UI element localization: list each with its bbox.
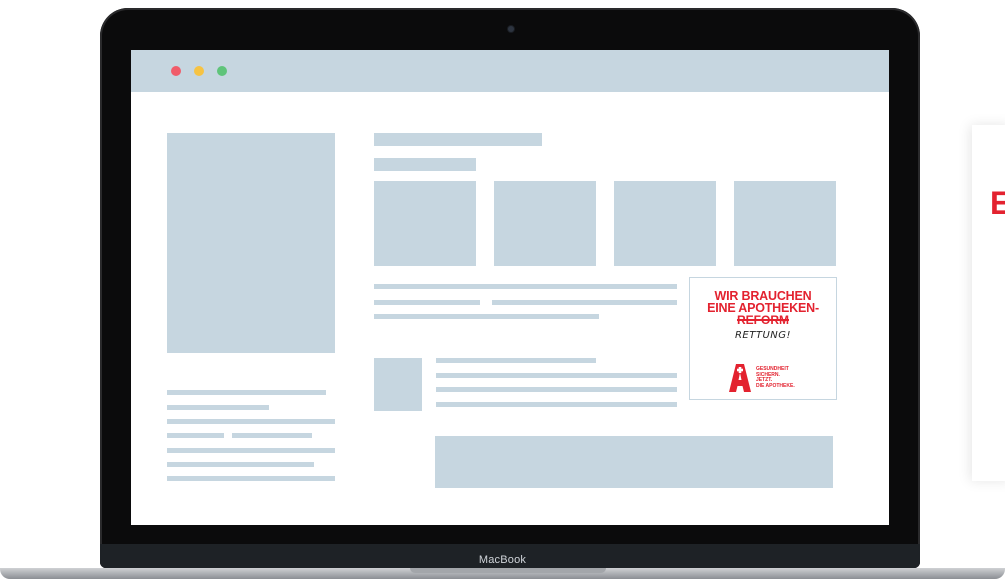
article-text-line xyxy=(436,387,677,392)
window-minimize-button[interactable] xyxy=(194,66,204,76)
article-thumbnail[interactable] xyxy=(374,358,422,411)
gallery-tile[interactable] xyxy=(374,181,476,266)
sidebar-text-line xyxy=(167,448,335,453)
article-text-line xyxy=(436,358,596,363)
article-text-line xyxy=(436,402,677,407)
main-subtitle-placeholder xyxy=(374,158,476,171)
window-close-button[interactable] xyxy=(171,66,181,76)
main-title-placeholder xyxy=(374,133,542,146)
gallery-tile[interactable] xyxy=(614,181,716,266)
laptop-brand-label: MacBook xyxy=(478,554,527,566)
partial-side-card: E xyxy=(972,125,1005,481)
apotheke-a-logo-icon xyxy=(729,364,751,392)
sidebar-text-line xyxy=(167,419,335,424)
sidebar-text-line xyxy=(232,433,312,438)
ad-slogan: GESUNDHEIT SICHERN. JETZT. DIE APOTHEKE. xyxy=(756,366,795,389)
ad-struck-word: REFORM xyxy=(737,313,789,327)
sidebar-image-placeholder xyxy=(167,133,335,353)
main-text-line xyxy=(374,314,599,319)
browser-screen: WIR BRAUCHEN EINE APOTHEKEN- REFORM RETT… xyxy=(131,50,889,525)
gallery-tile[interactable] xyxy=(734,181,836,266)
laptop-base-notch xyxy=(410,568,606,573)
ad-handwritten-word: RETTUNG! xyxy=(734,330,792,341)
camera-icon xyxy=(508,26,514,32)
apotheke-ad-banner[interactable]: WIR BRAUCHEN EINE APOTHEKEN- REFORM RETT… xyxy=(689,277,837,400)
sidebar-text-line xyxy=(167,390,326,395)
article-text-line xyxy=(436,373,677,378)
main-text-line xyxy=(374,300,480,305)
browser-toolbar xyxy=(131,50,889,92)
side-card-letter: E xyxy=(990,185,1005,221)
window-zoom-button[interactable] xyxy=(217,66,227,76)
laptop-lid: WIR BRAUCHEN EINE APOTHEKEN- REFORM RETT… xyxy=(100,8,920,568)
ad-headline: WIR BRAUCHEN EINE APOTHEKEN- xyxy=(690,290,836,315)
sidebar-text-line xyxy=(167,462,314,467)
main-text-line xyxy=(374,284,677,289)
sidebar-text-line xyxy=(167,476,335,481)
main-text-line xyxy=(492,300,677,305)
ad-slogan-line4: DIE APOTHEKE. xyxy=(756,382,795,389)
sidebar-text-line xyxy=(167,405,269,410)
footer-banner-placeholder[interactable] xyxy=(435,436,833,488)
gallery-tile[interactable] xyxy=(494,181,596,266)
sidebar-text-line xyxy=(167,433,224,438)
